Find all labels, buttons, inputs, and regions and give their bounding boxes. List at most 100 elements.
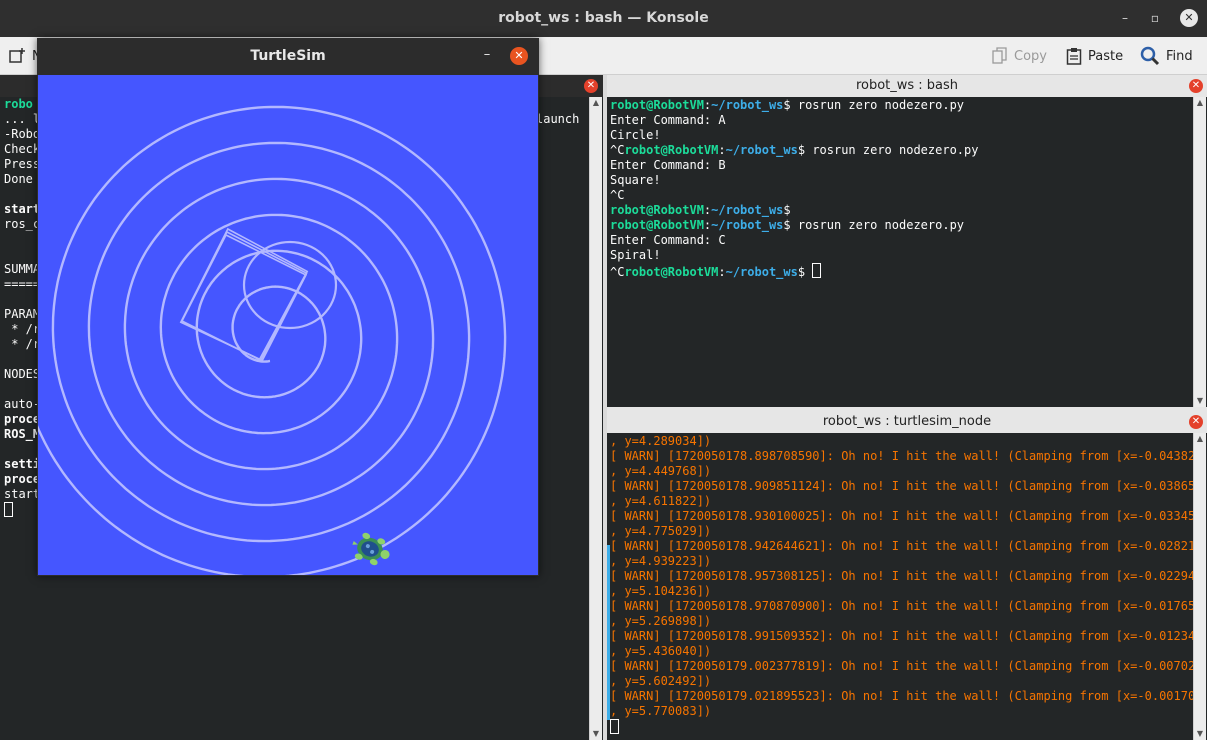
paste-button[interactable]: Paste <box>1066 45 1123 67</box>
terminal-text: robo <box>4 97 33 111</box>
turtlesim-minimize-button[interactable]: – <box>478 46 496 64</box>
terminal-text: start <box>4 202 41 216</box>
ctrl-c: ^C <box>610 143 625 157</box>
terminal-text: ===== <box>4 277 41 291</box>
terminal-text: * /r <box>4 337 41 351</box>
scroll-down-icon[interactable]: ▼ <box>590 728 602 740</box>
turtlesim-title: TurtleSim <box>37 38 539 75</box>
warn-line: [ WARN] [1720050178.942644621]: Oh no! I… <box>610 539 1203 553</box>
terminal-text: proce <box>4 412 41 426</box>
scroll-up-icon[interactable]: ▲ <box>1194 433 1206 445</box>
bash-pane-title: robot_ws : bash <box>607 75 1207 97</box>
cursor <box>812 263 822 278</box>
terminal-text: ros_c <box>4 217 41 231</box>
prompt-path: ~/robot_ws <box>711 203 784 217</box>
turtlesim-node-pane-close-icon[interactable]: ✕ <box>1189 415 1203 429</box>
terminal-text: Press <box>4 157 41 171</box>
paste-label: Paste <box>1088 48 1124 64</box>
scroll-down-icon[interactable]: ▼ <box>1194 395 1206 407</box>
copy-button[interactable]: Copy <box>992 45 1047 67</box>
prompt-path: ~/robot_ws <box>725 143 798 157</box>
warn-line-cont: , y=5.436040]) <box>610 644 712 658</box>
output-text: Spiral! <box>610 248 661 262</box>
prompt-user: robot@RobotVM <box>610 98 704 112</box>
command-text: rosrun zero nodezero.py <box>812 143 979 157</box>
prompt-dollar: $ <box>783 203 798 217</box>
output-text: ^C <box>610 188 625 202</box>
prompt-dollar: $ <box>797 143 813 157</box>
konsole-titlebar: robot_ws : bash — Konsole – ▫ ✕ <box>0 0 1207 37</box>
terminal-text: ROS_M <box>4 427 41 441</box>
warn-line: [ WARN] [1720050178.898708590]: Oh no! I… <box>610 449 1203 463</box>
terminal-line: ^C <box>610 188 1193 203</box>
prompt-dollar: $ <box>783 98 798 112</box>
warn-line: [ WARN] [1720050178.991509352]: Oh no! I… <box>610 629 1203 643</box>
copy-icon <box>992 47 1007 64</box>
find-button[interactable]: Find <box>1140 45 1193 67</box>
turtlesim-close-button[interactable]: ✕ <box>510 47 528 65</box>
terminal-line: Square! <box>610 173 1193 188</box>
command-text: rosrun zero nodezero.py <box>797 218 965 232</box>
launch-fragment: launch <box>536 112 580 126</box>
warn-line-cont: , y=4.611822]) <box>610 494 712 508</box>
terminal-text: start <box>4 487 41 501</box>
prompt-user: robot@RobotVM <box>610 218 704 232</box>
maximize-button[interactable]: ▫ <box>1146 9 1164 27</box>
turtlesim-canvas <box>38 75 538 575</box>
terminal-line: Enter Command: C <box>610 233 1193 248</box>
prompt-sep: : <box>718 143 726 157</box>
scroll-down-icon[interactable]: ▼ <box>1194 728 1206 740</box>
terminal-text: * /r <box>4 322 41 336</box>
prompt-user: robot@RobotVM <box>624 265 719 279</box>
cursor <box>610 719 619 734</box>
turtlesim-node-pane[interactable]: robot_ws : turtlesim_node ✕ , y=4.289034… <box>607 411 1207 740</box>
close-button[interactable]: ✕ <box>1180 9 1198 27</box>
output-text: Square! <box>610 173 661 187</box>
terminal-line: , y=4.289034]) <box>610 434 712 448</box>
cursor <box>4 502 13 517</box>
terminal-text: setti <box>4 457 41 471</box>
warn-line-cont: , y=5.602492]) <box>610 674 712 688</box>
terminal-line: Enter Command: B <box>610 158 1193 173</box>
warn-line: [ WARN] [1720050178.957308125]: Oh no! I… <box>610 569 1203 583</box>
output-text: Enter Command: C <box>610 233 726 247</box>
scroll-up-icon[interactable]: ▲ <box>1194 97 1206 109</box>
output-text: Enter Command: A <box>610 113 726 127</box>
terminal-text: -Robo <box>4 127 41 141</box>
bash-pane[interactable]: robot_ws : bash ✕ robot@RobotVM:~/robot_… <box>607 75 1207 407</box>
selection-marker <box>607 545 610 720</box>
scroll-up-icon[interactable]: ▲ <box>590 97 602 109</box>
paste-icon <box>1066 48 1082 65</box>
bash-pane-close-icon[interactable]: ✕ <box>1189 79 1203 93</box>
prompt-user: robot@RobotVM <box>624 143 719 157</box>
terminal-line: robot@RobotVM:~/robot_ws$ <box>610 203 1193 218</box>
minimize-button[interactable]: – <box>1116 9 1134 27</box>
terminal-line <box>610 719 1193 734</box>
warn-line: [ WARN] [1720050178.970870900]: Oh no! I… <box>610 599 1203 613</box>
left-pane-scrollbar[interactable]: ▲ ▼ <box>589 97 602 740</box>
turtlesim-node-scrollbar[interactable]: ▲ ▼ <box>1193 433 1206 740</box>
turtlesim-background <box>38 75 538 575</box>
terminal-text: auto- <box>4 397 41 411</box>
terminal-line: Circle! <box>610 128 1193 143</box>
terminal-text: SUMMA <box>4 262 41 276</box>
ctrl-c: ^C <box>610 265 625 279</box>
prompt-dollar: $ <box>783 218 798 232</box>
prompt-user: robot@RobotVM <box>610 203 704 217</box>
terminal-line: robot@RobotVM:~/robot_ws$ rosrun zero no… <box>610 218 1193 233</box>
turtlesim-node-output: , y=4.289034])[ WARN] [1720050178.898708… <box>610 434 1203 734</box>
find-label: Find <box>1166 48 1193 64</box>
turtlesim-window[interactable]: TurtleSim – ✕ <box>37 38 539 576</box>
terminal-line: ^Crobot@RobotVM:~/robot_ws$ rosrun zero … <box>610 143 1193 158</box>
warn-line: [ WARN] [1720050178.909851124]: Oh no! I… <box>610 479 1203 493</box>
terminal-line: ^Crobot@RobotVM:~/robot_ws$ <box>610 263 1193 279</box>
new-tab-icon <box>9 48 25 63</box>
left-pane-close-icon[interactable]: ✕ <box>584 79 598 93</box>
warn-line: [ WARN] [1720050179.021895523]: Oh no! I… <box>610 689 1203 703</box>
terminal-text: NODES <box>4 367 41 381</box>
copy-label: Copy <box>1014 48 1047 64</box>
bash-terminal-output: robot@RobotVM:~/robot_ws$ rosrun zero no… <box>610 98 1193 279</box>
bash-pane-scrollbar[interactable]: ▲ ▼ <box>1193 97 1206 407</box>
output-text: Enter Command: B <box>610 158 726 172</box>
prompt-path: ~/robot_ws <box>725 265 798 279</box>
